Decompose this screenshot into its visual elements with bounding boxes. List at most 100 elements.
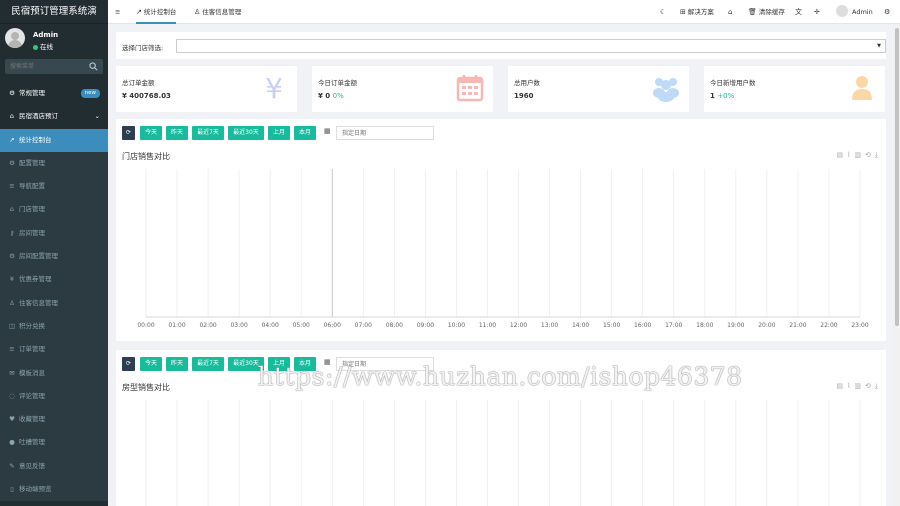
- download-icon[interactable]: ⤓: [875, 151, 878, 159]
- dark-mode-toggle[interactable]: ☾: [660, 0, 668, 24]
- menu-toggle-icon[interactable]: ≡: [115, 0, 120, 24]
- stat-card-today-order-amount: 今日订单金额 ¥ 0 0%: [312, 66, 493, 112]
- solutions-button[interactable]: ⊞ 解决方案: [680, 0, 714, 24]
- calendar-icon: ▦: [324, 127, 331, 135]
- store-sales-chart-panel: ⟳ 今天 昨天 最近7天 最近30天 上月 本月 ▦ 门店销售对比 ▤⌇▥⟲⤓ …: [116, 119, 886, 341]
- x-tick-label: 22:00: [820, 322, 837, 329]
- stat-change: +0%: [717, 92, 735, 100]
- user-menu[interactable]: Admin: [836, 0, 873, 24]
- svg-text:¥: ¥: [265, 74, 283, 102]
- pencil-icon: ✎: [9, 461, 15, 470]
- language-button[interactable]: 文: [795, 0, 804, 24]
- sidebar-group-booking[interactable]: ⌂ 民宿酒店预订 ⌄: [0, 105, 108, 128]
- date-picker-field: [336, 126, 434, 140]
- tab-dashboard[interactable]: ↗ 统计控制台: [136, 0, 177, 24]
- date-last-month-button[interactable]: 上月: [268, 126, 290, 140]
- sidebar-item-mobile-preview[interactable]: ▯ 移动端预览: [0, 478, 108, 502]
- refresh-button[interactable]: ⟳: [122, 357, 135, 371]
- bar-chart-icon[interactable]: ▥: [854, 151, 861, 159]
- tab-guest-info[interactable]: ♙ 住客信息管理: [194, 0, 241, 24]
- sidebar-item-dashboard[interactable]: ↗ 统计控制台: [0, 128, 108, 152]
- sidebar-item-room-config[interactable]: ⚙ 房间配置管理: [0, 245, 108, 269]
- data-view-icon[interactable]: ▤: [836, 151, 843, 159]
- sidebar-item-favorites[interactable]: ♥ 收藏管理: [0, 408, 108, 432]
- settings-button[interactable]: ⚙: [884, 0, 892, 24]
- date-last30-button[interactable]: 最近30天: [228, 357, 264, 371]
- stat-card-total-order-amount: 总订单金额 ¥ 400768.03 ¥: [116, 66, 297, 112]
- sidebar-item-feedback[interactable]: ✎ 意见反馈: [0, 454, 108, 479]
- x-tick-label: 11:00: [479, 322, 496, 329]
- sidebar-item-guests[interactable]: ♙ 住客信息管理: [0, 291, 108, 315]
- sidebar-item-label: 移动端预览: [19, 485, 52, 494]
- translate-icon: 文: [795, 8, 802, 16]
- sidebar-item-reviews[interactable]: ◌ 评论管理: [0, 384, 108, 409]
- x-tick-label: 12:00: [510, 322, 527, 329]
- chart-toolbox: ▤ ⌇ ▥ ⟲ ⤓: [832, 382, 878, 391]
- sidebar-item-complaints[interactable]: ● 吐槽管理: [0, 431, 108, 455]
- sidebar-item-points[interactable]: ◫ 积分兑换: [0, 314, 108, 339]
- x-tick-label: 04:00: [262, 322, 279, 329]
- line-chart-icon[interactable]: ⌇: [847, 382, 850, 390]
- fullscreen-button[interactable]: ✛: [814, 0, 822, 24]
- gift-icon: ◫: [8, 321, 16, 330]
- scrollbar-thumb[interactable]: [895, 28, 899, 326]
- home-button[interactable]: ⌂: [728, 0, 734, 24]
- bar-chart-icon[interactable]: ▥: [854, 382, 861, 390]
- sidebar-item-label: 收藏管理: [19, 415, 45, 424]
- date-last7-button[interactable]: 最近7天: [192, 357, 224, 371]
- sidebar-item-label: 意见反馈: [19, 461, 45, 470]
- x-tick-label: 21:00: [789, 322, 806, 329]
- chart-title: 门店销售对比: [122, 152, 170, 161]
- store-filter-panel: 选择门店筛选: ▼: [116, 32, 886, 59]
- date-yesterday-button[interactable]: 昨天: [166, 126, 188, 140]
- new-badge: new: [80, 89, 100, 98]
- restore-icon[interactable]: ⟲: [865, 151, 871, 159]
- sidebar-item-nav-config[interactable]: ≡ 导航配置: [0, 175, 108, 199]
- app-brand[interactable]: 民宿预订管理系统演: [0, 0, 108, 24]
- date-today-button[interactable]: 今天: [140, 357, 162, 371]
- x-tick-label: 23:00: [851, 322, 868, 329]
- menu-search-input[interactable]: [5, 59, 87, 74]
- line-chart-icon[interactable]: ⌇: [847, 151, 850, 159]
- date-picker-input[interactable]: [337, 127, 433, 139]
- main-content: 选择门店筛选: ▼ 总订单金额 ¥ 400768.03 ¥ 今日订单金额 ¥ 0…: [108, 24, 900, 506]
- date-this-month-button[interactable]: 本月: [294, 126, 316, 140]
- page-scrollbar[interactable]: [894, 24, 900, 506]
- sidebar-item-templates[interactable]: ✉ 模板消息: [0, 361, 108, 385]
- clear-cache-button[interactable]: 🗑 清除缓存: [748, 0, 785, 24]
- date-picker-input[interactable]: [337, 358, 433, 370]
- user-icon: ♙: [194, 8, 201, 16]
- restore-icon[interactable]: ⟲: [865, 382, 871, 390]
- store-filter-select[interactable]: ▼: [176, 39, 886, 53]
- sidebar-item-coupons[interactable]: ¥ 优惠券管理: [0, 268, 108, 292]
- sidebar-item-stores[interactable]: ⌂ 门店管理: [0, 198, 108, 222]
- sidebar-item-orders[interactable]: ≡ 订单管理: [0, 338, 108, 362]
- search-icon[interactable]: [89, 62, 98, 71]
- sidebar-item-config[interactable]: ⚙ 配置管理: [0, 151, 108, 176]
- sidebar-group-general[interactable]: ⚙ 常规管理 new: [0, 82, 108, 105]
- date-this-month-button[interactable]: 本月: [294, 357, 316, 371]
- home-icon: ⌂: [9, 112, 15, 121]
- sidebar-item-label: 房间配置管理: [19, 252, 58, 261]
- bank-icon: ⌂: [9, 205, 15, 214]
- yen-icon: ¥: [9, 275, 15, 284]
- gear-icon: ⚙: [9, 89, 15, 97]
- download-icon[interactable]: ⤓: [875, 382, 878, 390]
- sidebar-item-rooms[interactable]: ⚷ 房间管理: [0, 221, 108, 246]
- stat-value: ¥ 400768.03: [122, 92, 171, 100]
- date-last-month-button[interactable]: 上月: [268, 357, 290, 371]
- date-last7-button[interactable]: 最近7天: [192, 126, 224, 140]
- gear-icon: ⚙: [9, 158, 15, 167]
- date-last30-button[interactable]: 最近30天: [228, 126, 264, 140]
- sidebar-item-label: 模板消息: [19, 368, 45, 377]
- refresh-icon: ⟳: [125, 129, 132, 136]
- date-yesterday-button[interactable]: 昨天: [166, 357, 188, 371]
- date-picker-field: [336, 357, 434, 371]
- refresh-button[interactable]: ⟳: [122, 126, 135, 140]
- menu-search: [5, 59, 103, 74]
- data-view-icon[interactable]: ▤: [836, 382, 843, 390]
- x-tick-label: 02:00: [199, 322, 216, 329]
- sitemap-icon: ⊞: [680, 8, 686, 16]
- date-today-button[interactable]: 今天: [140, 126, 162, 140]
- chevron-down-icon: ⌄: [94, 112, 100, 121]
